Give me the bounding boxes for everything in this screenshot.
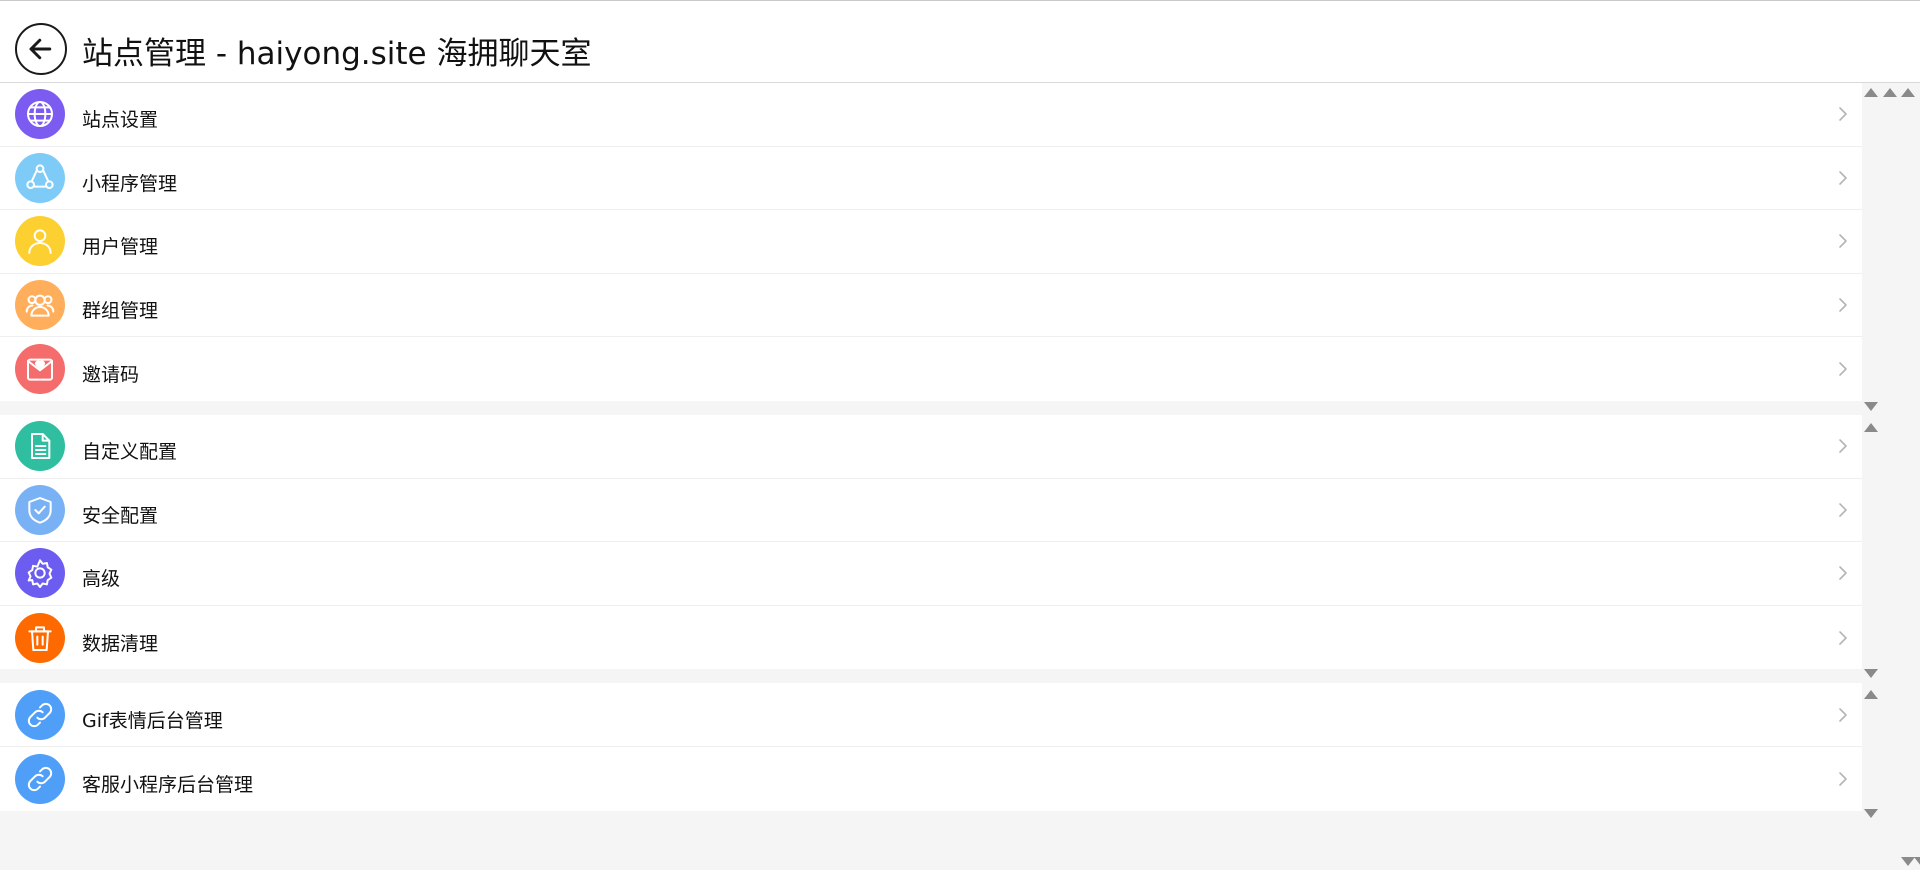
group-separator (0, 669, 1862, 684)
globe-icon (15, 89, 65, 140)
menu-item[interactable]: 高级 (0, 542, 1862, 606)
menu-item-label: 小程序管理 (82, 172, 178, 195)
group-separator (0, 400, 1862, 415)
menu-item-label: 客服小程序后台管理 (82, 773, 254, 796)
menu-item[interactable]: 安全配置 (0, 479, 1862, 543)
user-icon (15, 216, 65, 267)
menu-group: Gif表情后台管理客服小程序后台管理 (0, 683, 1862, 811)
app-header: 站点管理 - haiyong.site 海拥聊天室 (0, 0, 1920, 83)
menu-item[interactable]: 邀请码 (0, 337, 1862, 401)
menu-item-label: 安全配置 (82, 504, 159, 527)
menu-item-label: 邀请码 (82, 363, 140, 386)
scroll-up-arrow[interactable] (1864, 88, 1878, 97)
menu-item-label: 高级 (82, 568, 121, 591)
menu-item[interactable]: 用户管理 (0, 210, 1862, 274)
share-nodes-icon (15, 152, 65, 203)
scroll-up-arrow[interactable] (1883, 88, 1897, 97)
menu-item[interactable]: 客服小程序后台管理 (0, 747, 1862, 811)
link-icon (15, 753, 65, 804)
shield-check-icon (15, 484, 65, 535)
menu-item[interactable]: 数据清理 (0, 606, 1862, 670)
menu-item[interactable]: 小程序管理 (0, 147, 1862, 211)
users-icon (15, 280, 65, 331)
menu-item-label: Gif表情后台管理 (82, 709, 223, 732)
link-icon (15, 689, 65, 740)
scroll-down-arrow[interactable] (1864, 809, 1878, 818)
back-button[interactable] (15, 23, 67, 75)
document-icon (15, 421, 65, 472)
scroll-down-arrow[interactable] (1864, 402, 1878, 411)
scroll-down-arrow[interactable] (1864, 669, 1878, 678)
menu-group: 自定义配置安全配置高级数据清理 (0, 414, 1862, 670)
arrow-left-icon (29, 38, 52, 60)
menu-item-label: 自定义配置 (82, 441, 178, 464)
scroll-down-arrow[interactable] (1901, 857, 1915, 866)
scroll-up-arrow[interactable] (1864, 423, 1878, 432)
menu-item[interactable]: 自定义配置 (0, 415, 1862, 479)
menu-item-label: 数据清理 (82, 632, 159, 655)
menu-item[interactable]: Gif表情后台管理 (0, 683, 1862, 747)
scroll-up-arrow[interactable] (1901, 88, 1915, 97)
menu-item[interactable]: 站点设置 (0, 83, 1862, 147)
page-title: 站点管理 - haiyong.site 海拥聊天室 (82, 36, 592, 72)
scroll-down-arrow[interactable] (1914, 857, 1920, 866)
gear-icon (15, 548, 65, 599)
settings-list: 站点设置小程序管理用户管理群组管理邀请码自定义配置安全配置高级数据清理 Gif表情… (0, 83, 1862, 811)
menu-group: 站点设置小程序管理用户管理群组管理邀请码 (0, 83, 1862, 401)
menu-item-label: 站点设置 (82, 109, 159, 132)
menu-item[interactable]: 群组管理 (0, 274, 1862, 338)
envelope-heart-icon (15, 344, 65, 395)
menu-item-label: 用户管理 (82, 236, 159, 259)
trash-icon (15, 612, 65, 663)
scroll-up-arrow[interactable] (1864, 690, 1878, 699)
scrollbar-main[interactable] (1880, 83, 1920, 870)
scrollbar-inner[interactable] (1862, 83, 1880, 823)
menu-item-label: 群组管理 (82, 299, 159, 322)
